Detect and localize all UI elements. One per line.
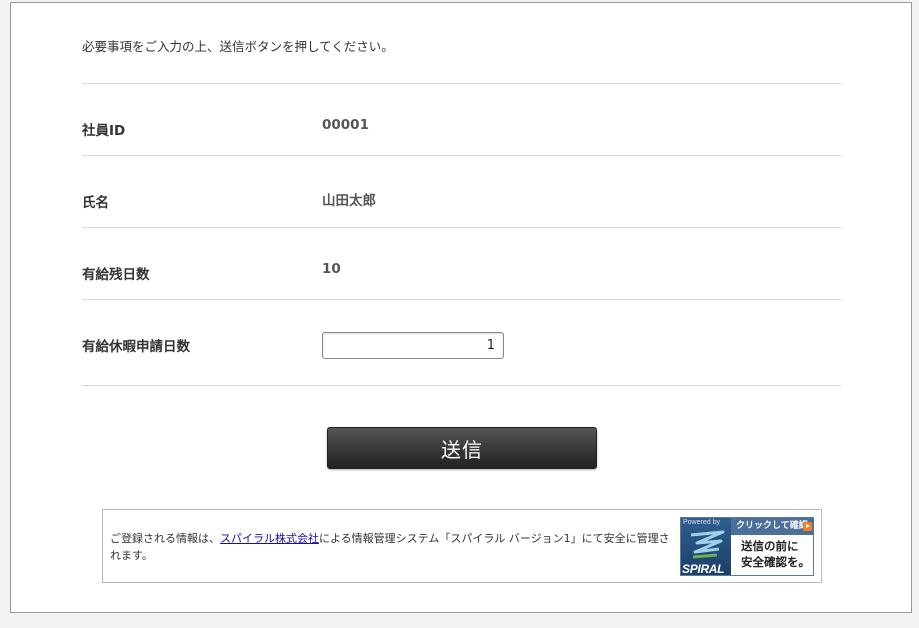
spiral-brand-text: SPIRAL	[682, 562, 725, 576]
name-label: 氏名	[82, 195, 109, 211]
form-panel: 必要事項をご入力の上、送信ボタンを押してください。 社員ID 00001 氏名 …	[10, 2, 912, 613]
leave-request-days-input[interactable]	[322, 332, 504, 359]
divider	[82, 385, 841, 386]
divider	[82, 299, 841, 300]
play-icon	[803, 522, 812, 531]
employee-id-value: 00001	[322, 117, 369, 133]
leave-request-days-label: 有給休暇申請日数	[82, 339, 190, 355]
employee-id-label: 社員ID	[82, 123, 126, 139]
click-to-verify-label: クリックして確認	[736, 521, 808, 531]
badge-message: 送信の前に 安全確認を。	[741, 538, 810, 570]
spiral-logo: Powered by SPIRAL	[681, 518, 731, 576]
name-value: 山田太郎	[322, 193, 376, 209]
remaining-leave-label: 有給残日数	[82, 267, 150, 283]
powered-by-text: Powered by	[683, 519, 720, 526]
divider	[82, 227, 841, 228]
spiral-company-link[interactable]: スパイラル株式会社	[220, 532, 319, 545]
spiral-swirl-icon	[690, 530, 725, 559]
form-instructions: 必要事項をご入力の上、送信ボタンを押してください。	[82, 39, 394, 54]
privacy-notice-text: ご登録される情報は、スパイラル株式会社による情報管理システム「スパイラル バージ…	[110, 530, 670, 564]
submit-button[interactable]: 送信	[327, 427, 597, 469]
click-to-verify: クリックして確認	[731, 518, 813, 535]
remaining-leave-value: 10	[322, 261, 341, 277]
badge-message-line1: 送信の前に	[741, 539, 799, 553]
divider	[82, 83, 841, 84]
security-check-badge[interactable]: Powered by SPIRAL クリックして確認 送信の前に 安全確認を。	[680, 517, 814, 576]
privacy-notice: ご登録される情報は、スパイラル株式会社による情報管理システム「スパイラル バージ…	[102, 509, 822, 583]
notice-text-before: ご登録される情報は、	[110, 532, 220, 545]
divider	[82, 155, 841, 156]
badge-message-line2: 安全確認を。	[741, 555, 810, 569]
